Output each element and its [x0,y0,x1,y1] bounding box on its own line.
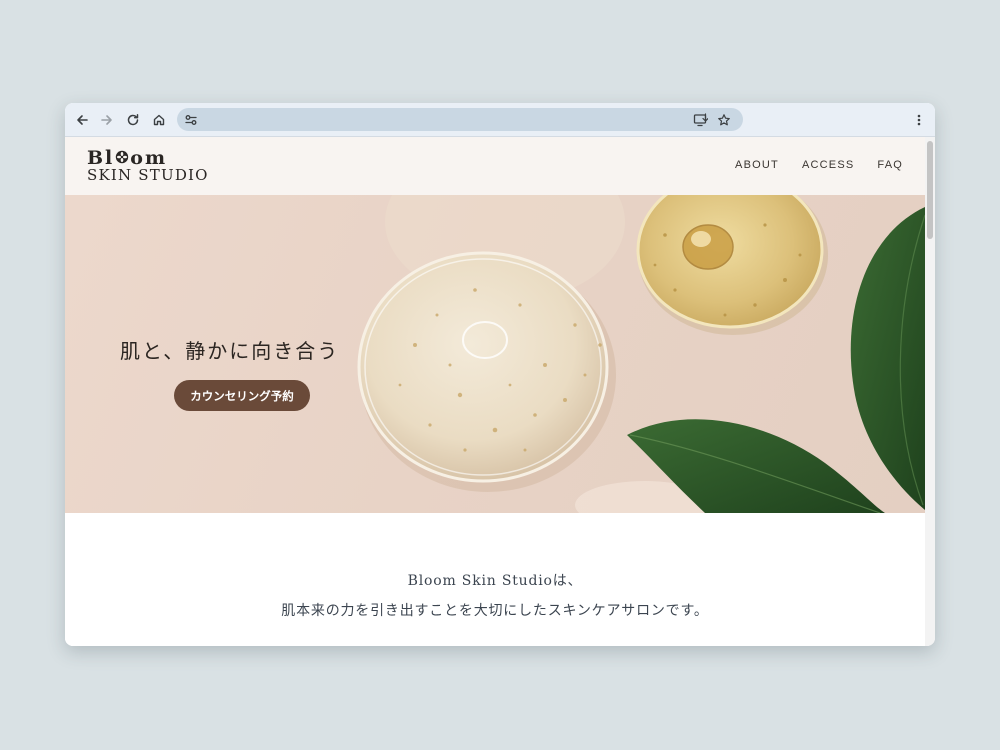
kebab-menu-icon[interactable] [908,109,930,131]
reload-icon[interactable] [122,109,144,131]
nav-link-access[interactable]: ACCESS [802,159,854,171]
arrow-right-icon[interactable] [96,109,118,131]
browser-toolbar [65,103,935,137]
scrollbar-thumb[interactable] [927,141,933,239]
main-nav: ABOUT ACCESS FAQ [735,159,903,171]
nav-link-faq[interactable]: FAQ [877,159,903,171]
install-app-icon[interactable] [691,111,709,129]
tune-icon[interactable] [182,111,200,129]
site-header: Bl om SKIN STUDIO ABOUT ACCESS FAQ [65,137,925,195]
browser-window: 肌と、静かに向き合う カウンセリング予約 Bl om SKIN STUDIO A… [65,103,935,646]
intro-section: Bloom Skin Studioは、 肌本来の力を引き出すことを大切にしたスキ… [65,513,925,646]
hero-section: 肌と、静かに向き合う カウンセリング予約 [65,195,925,513]
intro-line-1: Bloom Skin Studioは、 [407,573,583,589]
site-logo[interactable]: Bl om SKIN STUDIO [87,147,209,184]
arrow-left-icon[interactable] [71,109,93,131]
address-input[interactable] [207,110,681,131]
intro-line-2: 肌本来の力を引き出すことを大切にしたスキンケアサロンです。 [281,603,709,619]
page-scrollbar[interactable] [925,137,935,646]
counseling-reservation-button[interactable]: カウンセリング予約 [174,380,310,411]
logo-tagline: SKIN STUDIO [87,166,209,184]
hero-title: 肌と、静かに向き合う [120,339,340,363]
logo-wordmark-bloom: Bl om [87,147,209,169]
address-bar[interactable] [177,108,743,131]
star-icon[interactable] [715,111,733,129]
logo-text-part2: om [130,147,168,169]
logo-text-part1: Bl [87,147,115,169]
page-viewport: 肌と、静かに向き合う カウンセリング予約 Bl om SKIN STUDIO A… [65,137,925,646]
nav-link-about[interactable]: ABOUT [735,159,779,171]
home-icon[interactable] [148,109,170,131]
flower-icon [115,149,129,167]
